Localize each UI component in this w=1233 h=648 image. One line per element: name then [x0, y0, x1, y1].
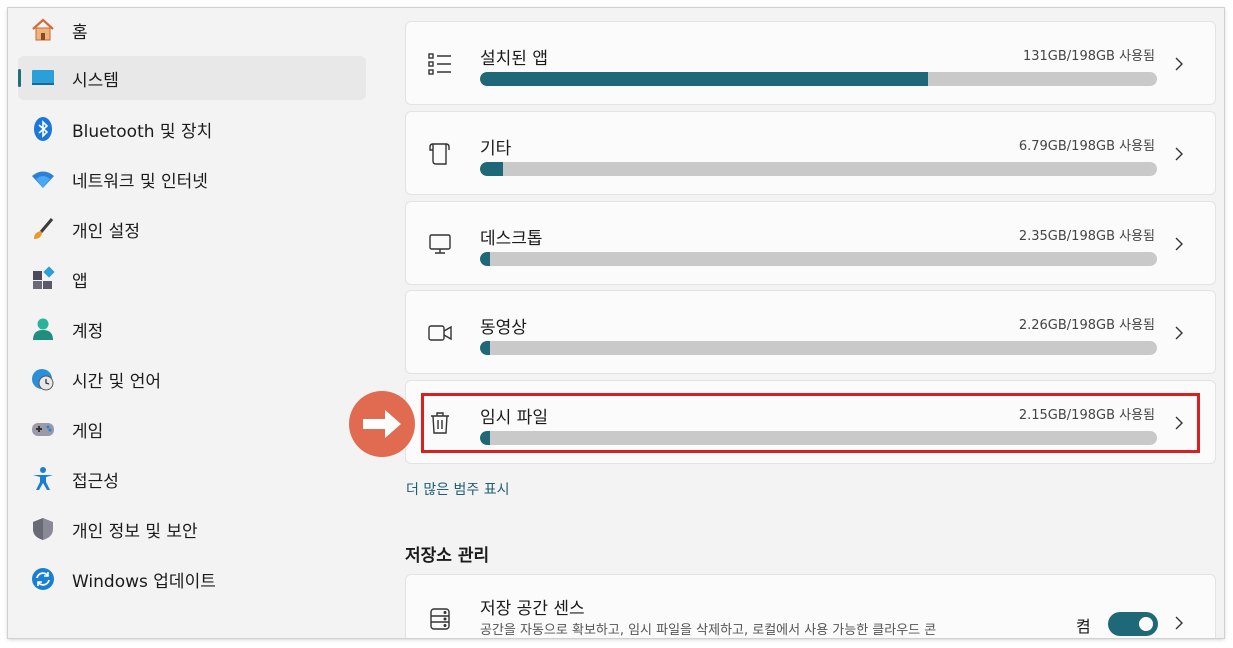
category-usage: 2.26GB/198GB 사용됨 [1018, 318, 1155, 333]
sidebar-item-accounts[interactable]: 계정 [18, 307, 366, 351]
sidebar-item-network[interactable]: 네트워크 및 인터넷 [18, 157, 366, 201]
sidebar-item-label: 개인 설정 [72, 221, 140, 242]
storage-sense-description: 공간을 자동으로 확보하고, 임시 파일을 삭제하고, 로컬에서 사용 가능한 … [480, 623, 937, 638]
sidebar-item-apps[interactable]: 앱 [18, 257, 366, 301]
wifi-icon [30, 166, 56, 192]
category-usage: 2.35GB/198GB 사용됨 [1018, 229, 1155, 244]
sidebar-item-label: 시스템 [72, 70, 119, 91]
sidebar-item-label: Bluetooth 및 장치 [72, 121, 213, 142]
sidebar-item-system[interactable]: 시스템 [18, 56, 366, 100]
sidebar-item-label: 게임 [72, 421, 104, 442]
sidebar-item-label: 개인 정보 및 보안 [72, 521, 198, 542]
home-icon [30, 17, 56, 43]
category-title: 데스크톱 [480, 229, 543, 249]
usage-bar-fill [480, 162, 504, 176]
chevron-right-icon [1169, 613, 1189, 633]
usage-bar [480, 162, 1157, 176]
brush-icon [30, 216, 56, 242]
category-title: 동영상 [480, 318, 527, 338]
sidebar-item-privacy[interactable]: 개인 정보 및 보안 [18, 507, 366, 551]
usage-bar [480, 252, 1157, 266]
document-icon [426, 140, 454, 168]
gamepad-icon [30, 416, 56, 442]
sidebar-item-label: 홈 [72, 22, 88, 43]
storage-category-other[interactable]: 기타 6.79GB/198GB 사용됨 [405, 111, 1216, 195]
storage-sense-toggle[interactable] [1108, 612, 1158, 636]
sidebar-item-label: 접근성 [72, 471, 119, 492]
sidebar-item-label: Windows 업데이트 [72, 571, 216, 592]
highlight-box [421, 393, 1200, 453]
category-title: 설치된 앱 [480, 49, 548, 69]
sidebar-item-label: 계정 [72, 321, 104, 342]
category-usage: 6.79GB/198GB 사용됨 [1018, 139, 1155, 154]
usage-bar-fill [480, 72, 929, 86]
usage-bar-fill [480, 252, 491, 266]
apps-icon [30, 266, 56, 292]
usage-bar [480, 72, 1157, 86]
settings-window: 홈 시스템 Bluetooth 및 장치 네트워크 및 인터넷 개인 설정 앱 … [8, 8, 1224, 638]
sidebar: 홈 시스템 Bluetooth 및 장치 네트워크 및 인터넷 개인 설정 앱 … [8, 8, 380, 638]
sidebar-item-personalization[interactable]: 개인 설정 [18, 207, 366, 251]
sidebar-item-home[interactable]: 홈 [18, 8, 366, 52]
storage-category-desktop[interactable]: 데스크톱 2.35GB/198GB 사용됨 [405, 201, 1216, 285]
category-usage: 131GB/198GB 사용됨 [1022, 49, 1155, 64]
storage-category-installed-apps[interactable]: 설치된 앱 131GB/198GB 사용됨 [405, 21, 1216, 105]
sidebar-item-windows-update[interactable]: Windows 업데이트 [18, 557, 366, 601]
chevron-right-icon [1169, 54, 1189, 74]
bluetooth-icon [30, 116, 56, 142]
storage-drive-icon [426, 605, 454, 633]
chevron-right-icon [1169, 144, 1189, 164]
chevron-right-icon [1169, 323, 1189, 343]
chevron-right-icon [1169, 234, 1189, 254]
account-icon [30, 316, 56, 342]
arrow-right-icon [349, 391, 415, 457]
sidebar-item-time-language[interactable]: 시간 및 언어 [18, 357, 366, 401]
usage-bar [480, 341, 1157, 355]
section-title: 저장소 관리 [405, 546, 490, 566]
storage-category-videos[interactable]: 동영상 2.26GB/198GB 사용됨 [405, 290, 1216, 374]
sidebar-item-gaming[interactable]: 게임 [18, 407, 366, 451]
clock-globe-icon [30, 366, 56, 392]
accessibility-icon [30, 466, 56, 492]
toggle-knob [1139, 617, 1153, 631]
usage-bar-fill [480, 341, 491, 355]
video-icon [426, 319, 454, 347]
toggle-state-label: 켬 [1076, 617, 1091, 636]
sidebar-item-accessibility[interactable]: 접근성 [18, 457, 366, 501]
list-icon [426, 50, 454, 78]
sidebar-item-label: 앱 [72, 271, 88, 292]
sidebar-item-label: 시간 및 언어 [72, 371, 162, 392]
shield-icon [30, 516, 56, 542]
update-icon [30, 566, 56, 592]
storage-sense-title: 저장 공간 센스 [480, 599, 585, 619]
sidebar-item-bluetooth[interactable]: Bluetooth 및 장치 [18, 107, 366, 151]
system-icon [30, 65, 56, 91]
storage-sense-card[interactable]: 저장 공간 센스 공간을 자동으로 확보하고, 임시 파일을 삭제하고, 로컬에… [405, 574, 1216, 638]
monitor-icon [426, 230, 454, 258]
sidebar-item-label: 네트워크 및 인터넷 [72, 171, 208, 192]
show-more-categories-link[interactable]: 더 많은 범주 표시 [406, 479, 510, 499]
category-title: 기타 [480, 139, 512, 159]
